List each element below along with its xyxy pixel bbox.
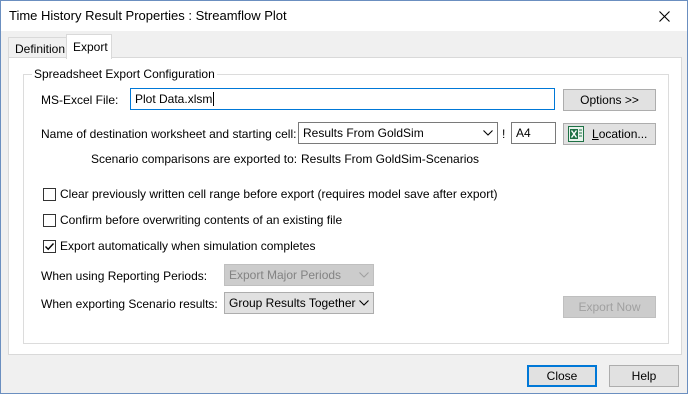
chevron-down-icon [355,293,373,313]
export-tab-panel: Spreadsheet Export Configuration MS-Exce… [8,57,682,355]
tab-export[interactable]: Export [66,34,112,59]
checkmark-icon [45,243,55,251]
group-title: Spreadsheet Export Configuration [32,67,217,81]
worksheet-combo[interactable]: Results From GoldSim [298,122,498,144]
text-caret [213,92,215,106]
location-button-label: Location... [592,127,647,141]
starting-cell-value: A4 [516,126,531,140]
spreadsheet-export-group: Spreadsheet Export Configuration MS-Exce… [23,67,669,344]
tab-definition-label: Definition [15,41,66,56]
scenario-value: Results From GoldSim-Scenarios [301,152,480,166]
options-button-label: Options >> [580,93,639,107]
location-mnemonic: L [592,127,599,141]
excel-file-value: Plot Data.xlsm [135,92,213,106]
close-window-button[interactable] [641,1,687,31]
confirm-overwrite-label[interactable]: Confirm before overwriting contents of a… [60,213,342,227]
tab-definition[interactable]: Definition [8,37,67,59]
chevron-down-icon [479,123,497,143]
excel-file-label: MS-Excel File: [41,93,119,107]
scenario-results-label: When exporting Scenario results: [41,297,218,311]
dialog-window: Time History Result Properties : Streamf… [0,0,688,394]
worksheet-label: Name of destination worksheet and starti… [41,127,297,141]
scenario-results-combo[interactable]: Group Results Together [224,292,374,314]
reporting-periods-label: When using Reporting Periods: [41,269,208,283]
chevron-down-icon [355,265,373,285]
clear-range-label[interactable]: Clear previously written cell range befo… [60,187,498,201]
confirm-overwrite-checkbox[interactable] [43,214,56,227]
excel-file-input[interactable]: Plot Data.xlsm [130,88,555,110]
export-automatically-label[interactable]: Export automatically when simulation com… [60,239,315,253]
tab-export-label: Export [73,40,108,54]
scenario-label: Scenario comparisons are exported to: [91,152,298,166]
window-title: Time History Result Properties : Streamf… [9,8,287,23]
help-button-label: Help [631,369,657,383]
scenario-results-value: Group Results Together [229,296,356,310]
sheet-cell-separator: ! [502,127,506,141]
help-button[interactable]: Help [609,365,679,387]
clear-range-checkbox[interactable] [43,188,56,201]
location-rest: ocation... [598,127,648,141]
reporting-periods-value: Export Major Periods [229,268,342,282]
location-button[interactable]: Location... [563,123,656,145]
close-button[interactable]: Close [527,365,597,387]
worksheet-value: Results From GoldSim [303,126,424,140]
export-now-label: Export Now [578,300,641,314]
export-automatically-checkbox[interactable] [43,240,56,253]
reporting-periods-combo[interactable]: Export Major Periods [224,264,374,286]
title-bar[interactable]: Time History Result Properties : Streamf… [1,1,687,31]
tab-strip: Definition Export [8,34,682,59]
options-button[interactable]: Options >> [563,89,656,111]
close-button-label: Close [546,369,578,383]
excel-icon [568,126,584,142]
close-icon [658,10,670,22]
export-now-button[interactable]: Export Now [563,296,656,318]
starting-cell-input[interactable]: A4 [511,122,556,144]
